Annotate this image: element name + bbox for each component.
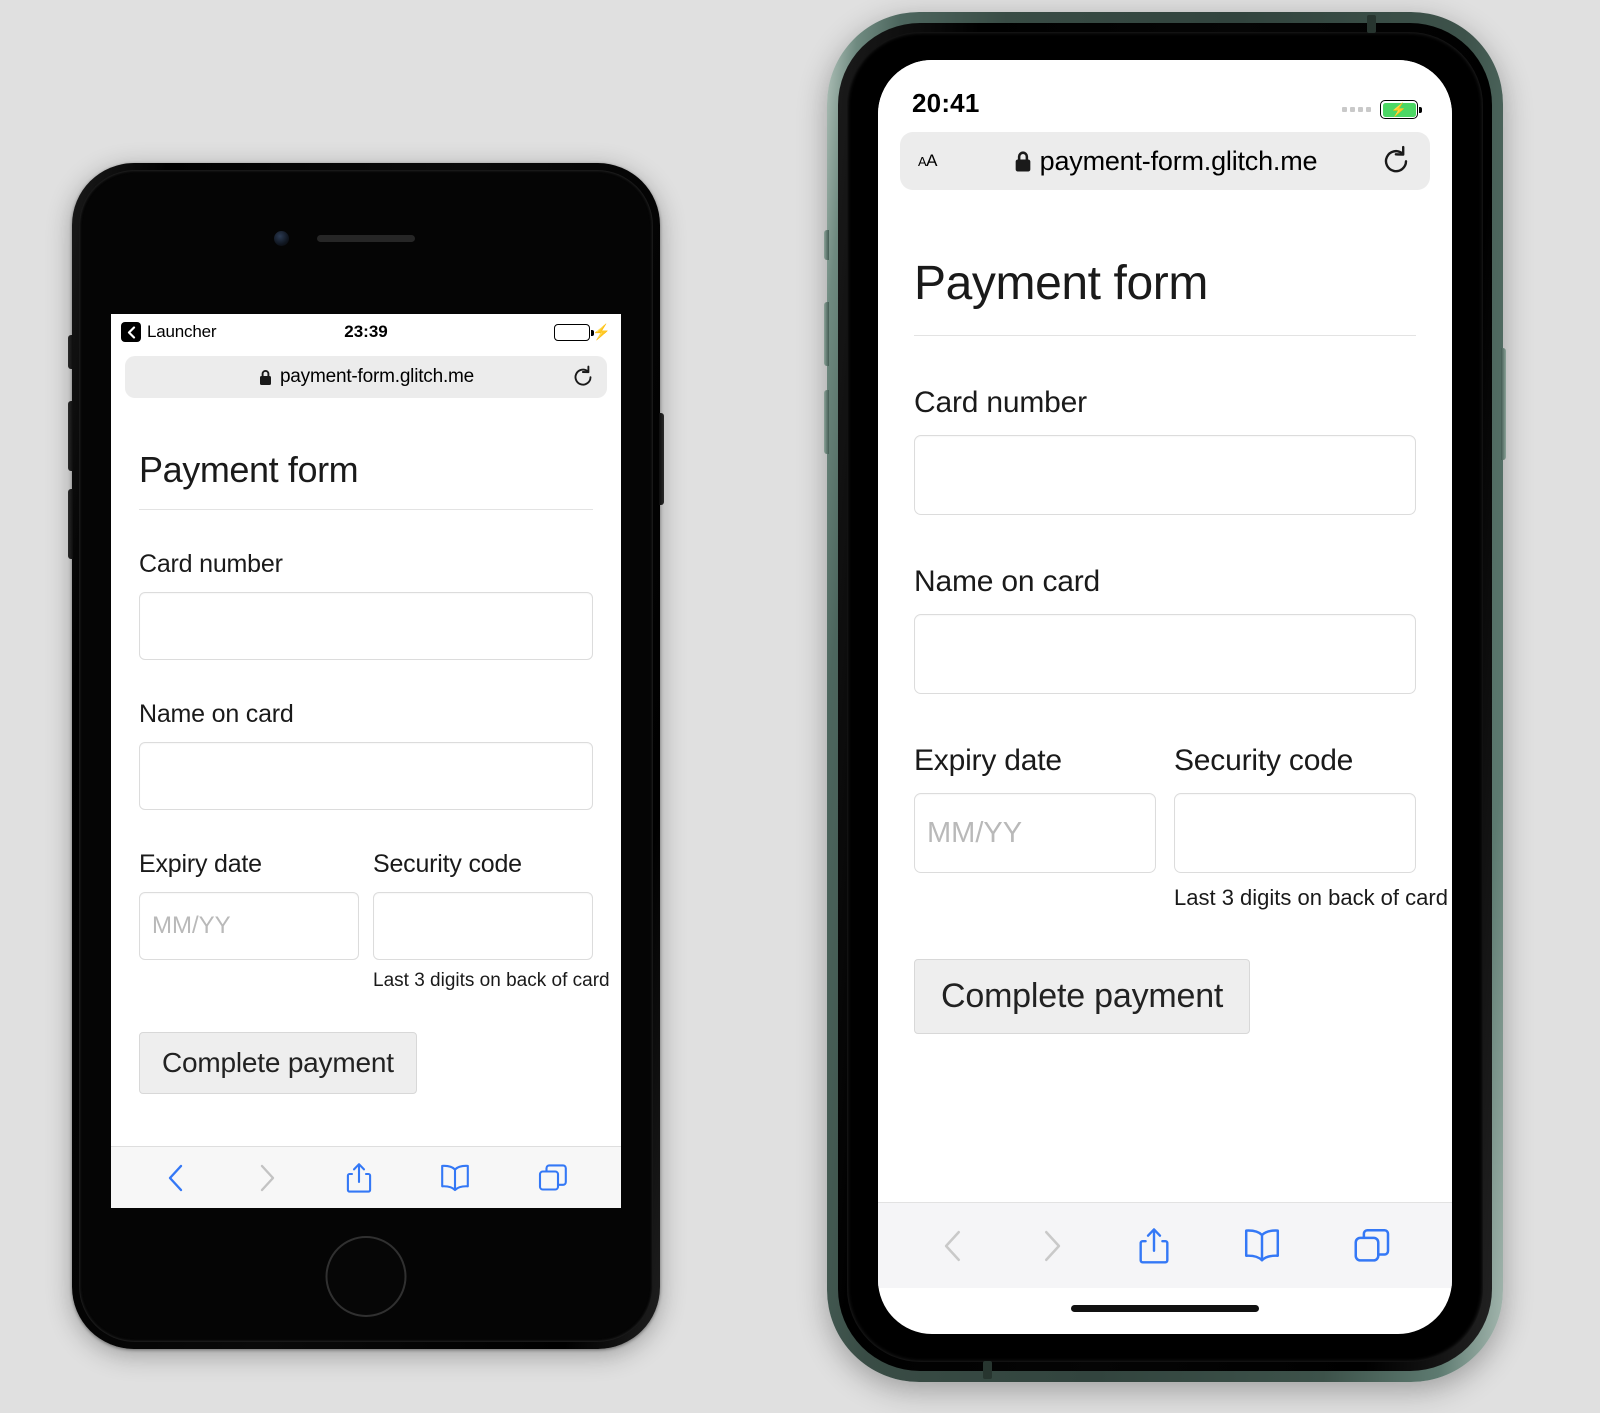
label-card-number: Card number [914, 386, 1087, 419]
screen-left-phone: Launcher 23:39 ⚡ payment-form.glitch.me … [111, 314, 621, 1208]
status-bar-indicators-right: ⚡ [1342, 100, 1422, 119]
security-code-input[interactable] [1174, 793, 1416, 873]
chevron-left-icon [121, 322, 141, 342]
complete-payment-button[interactable]: Complete payment [914, 959, 1251, 1034]
name-on-card-input[interactable] [914, 614, 1416, 694]
col-expiry-right: Expiry date [914, 744, 1156, 911]
expiry-security-row-right: Expiry date Security code Last 3 digits … [914, 744, 1448, 911]
status-bar-clock-right: 20:41 [912, 88, 980, 118]
label-security-code: Security code [1174, 744, 1354, 777]
back-chevron-icon[interactable] [163, 1162, 189, 1194]
field-card-number-left: Card number [139, 550, 593, 660]
label-name-on-card: Name on card [914, 565, 1101, 598]
label-expiry-date: Expiry date [914, 744, 1062, 777]
col-security-left: Security code Last 3 digits on back of c… [373, 850, 610, 992]
browser-toolbar-left [111, 1146, 621, 1208]
address-bar-left[interactable]: payment-form.glitch.me [125, 356, 607, 398]
volume-up-button-right-phone[interactable] [824, 302, 829, 366]
status-bar-indicators: ⚡ [554, 323, 611, 341]
security-code-hint: Last 3 digits on back of card [373, 970, 610, 991]
front-camera-left-phone [274, 231, 289, 246]
label-card-number: Card number [139, 550, 283, 578]
status-bar-back-label: Launcher [147, 322, 217, 341]
label-expiry-date: Expiry date [139, 850, 262, 878]
home-indicator-right-phone[interactable] [1071, 1305, 1259, 1312]
back-chevron-icon [938, 1227, 968, 1265]
payment-form-page-right: Payment form Card number Name on card Ex… [878, 204, 1452, 1034]
tabs-icon[interactable] [1352, 1226, 1392, 1266]
expiry-date-input[interactable] [914, 793, 1156, 873]
field-expiry-date-right: Expiry date [914, 744, 1156, 873]
volume-down-button-right-phone[interactable] [824, 390, 829, 454]
mute-switch-right-phone[interactable] [824, 230, 829, 260]
card-number-input[interactable] [914, 435, 1416, 515]
power-button-left-phone[interactable] [659, 413, 664, 505]
label-name-on-card: Name on card [139, 700, 294, 728]
field-card-number-right: Card number [914, 386, 1416, 515]
lightning-bolt-icon: ⚡ [592, 323, 611, 341]
field-name-on-card-right: Name on card [914, 565, 1416, 694]
label-security-code: Security code [373, 850, 522, 878]
phone-device-right: 20:41 ⚡ AAAA payment- [824, 12, 1506, 1382]
address-bar-right[interactable]: AAAA payment-form.glitch.me [900, 132, 1430, 190]
forward-chevron-icon [1037, 1227, 1067, 1265]
volume-up-button-left-phone[interactable] [68, 401, 73, 471]
address-bar-url-left: payment-form.glitch.me [279, 366, 475, 387]
forward-chevron-icon [254, 1162, 280, 1194]
screen-right-phone: 20:41 ⚡ AAAA payment- [878, 60, 1452, 1334]
book-icon[interactable] [438, 1163, 472, 1193]
battery-charging-icon: ⚡ [1380, 100, 1422, 119]
expiry-security-row-left: Expiry date Security code Last 3 digits … [139, 850, 610, 992]
tabs-icon[interactable] [537, 1162, 569, 1194]
browser-chrome-left: payment-form.glitch.me [111, 350, 621, 407]
address-bar-url-right: payment-form.glitch.me [1039, 145, 1318, 176]
earpiece-speaker-left-phone [317, 235, 415, 242]
status-bar-right: 20:41 ⚡ [878, 60, 1452, 130]
antenna-band-top [1367, 15, 1376, 33]
col-expiry-left: Expiry date [139, 850, 359, 992]
reload-icon[interactable] [1380, 145, 1412, 177]
mute-switch-left-phone[interactable] [68, 335, 73, 369]
browser-toolbar-right [878, 1202, 1452, 1288]
field-security-code-right: Security code [1174, 744, 1416, 873]
expiry-date-input[interactable] [139, 892, 359, 960]
payment-form-page-left: Payment form Card number Name on card Ex… [111, 407, 621, 1094]
phone-device-left: Launcher 23:39 ⚡ payment-form.glitch.me … [68, 163, 664, 1349]
reload-icon[interactable] [571, 365, 595, 389]
page-title: Payment form [139, 407, 593, 510]
security-code-input[interactable] [373, 892, 593, 960]
security-code-hint: Last 3 digits on back of card [1174, 885, 1448, 910]
field-expiry-date-left: Expiry date [139, 850, 359, 960]
antenna-band-bottom [983, 1361, 992, 1379]
card-number-input[interactable] [139, 592, 593, 660]
battery-icon [554, 323, 595, 341]
status-bar-back-to-app[interactable]: Launcher [121, 322, 216, 342]
name-on-card-input[interactable] [139, 742, 593, 810]
page-title: Payment form [914, 204, 1416, 336]
share-icon[interactable] [344, 1161, 374, 1195]
text-size-button[interactable]: AAAA [918, 151, 938, 171]
browser-chrome-right: AAAA payment-form.glitch.me [878, 130, 1452, 204]
power-button-right-phone[interactable] [1501, 348, 1506, 460]
lock-icon [258, 369, 273, 386]
field-name-on-card-left: Name on card [139, 700, 593, 810]
status-bar-clock: 23:39 [344, 322, 388, 341]
share-icon[interactable] [1136, 1225, 1172, 1267]
col-security-right: Security code Last 3 digits on back of c… [1174, 744, 1448, 911]
book-icon[interactable] [1241, 1227, 1283, 1264]
home-button-left-phone[interactable] [325, 1236, 407, 1317]
volume-down-button-left-phone[interactable] [68, 489, 73, 559]
status-bar-left: Launcher 23:39 ⚡ [111, 314, 621, 350]
signal-dots-icon [1342, 107, 1371, 112]
complete-payment-button[interactable]: Complete payment [139, 1032, 417, 1094]
lock-icon [1013, 150, 1033, 173]
field-security-code-left: Security code [373, 850, 593, 960]
